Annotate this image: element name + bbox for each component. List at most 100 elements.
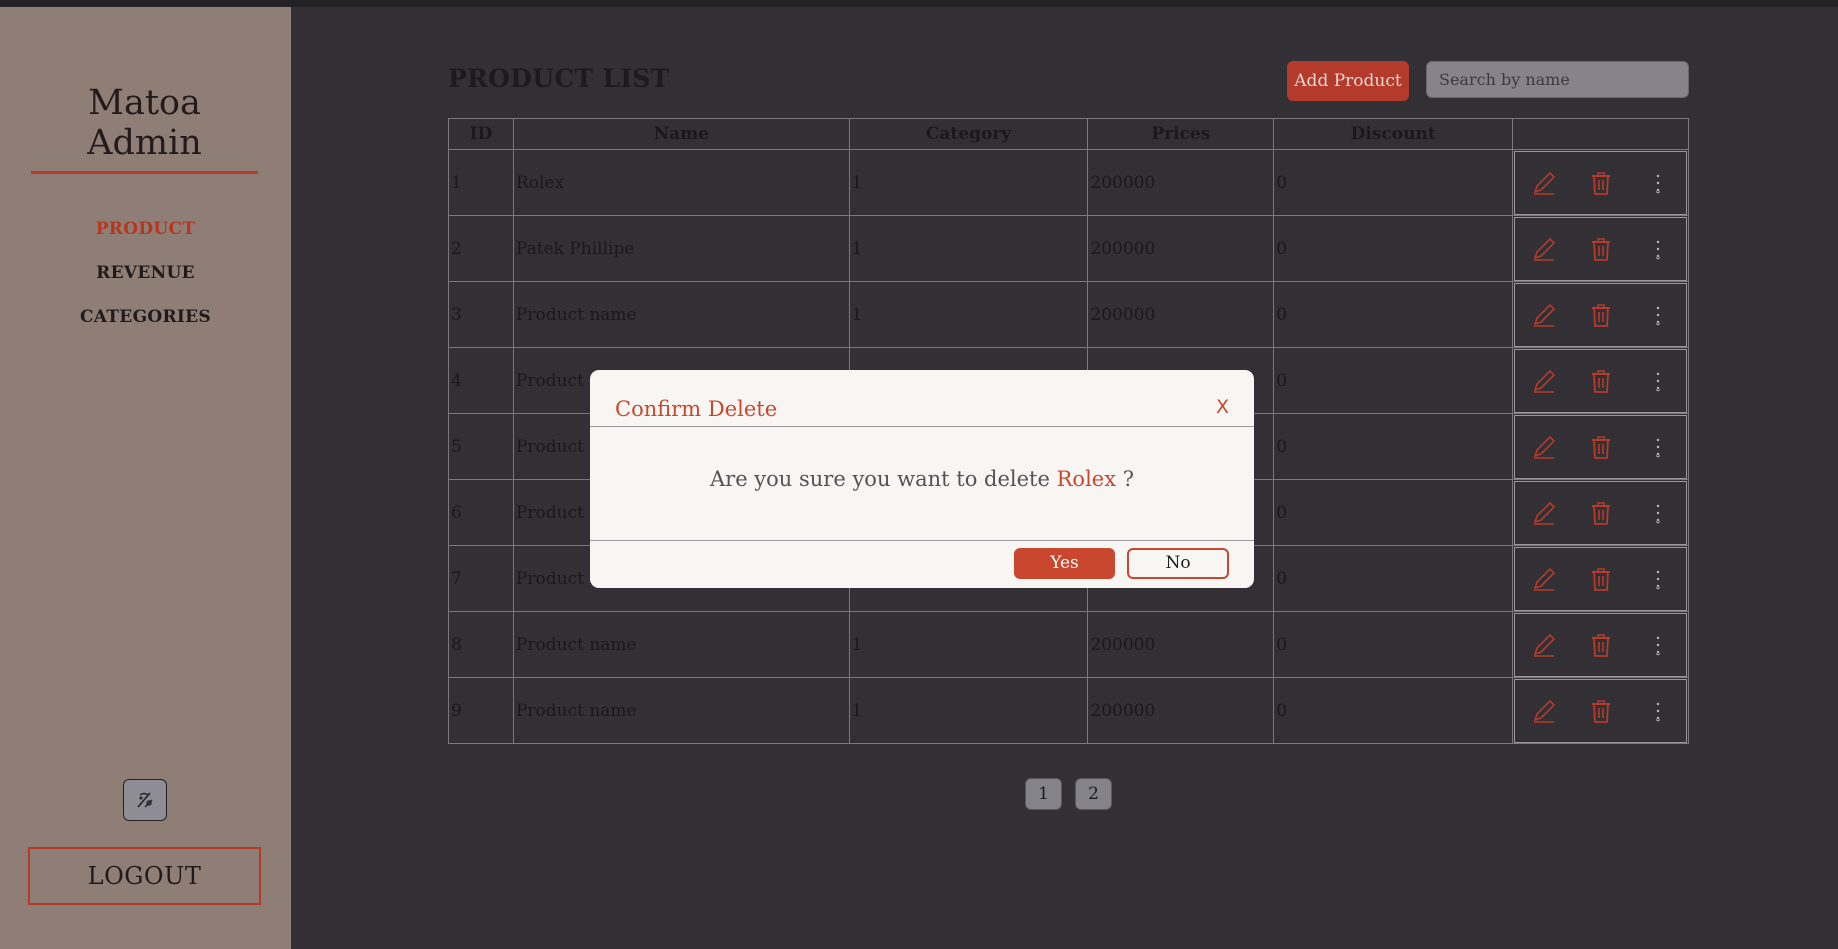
- cell-id: 1: [448, 149, 514, 216]
- row-actions-group: [1514, 612, 1687, 677]
- pagination: 1 2: [1025, 778, 1112, 810]
- table-row[interactable]: 9 Product name 1 200000 0: [448, 677, 1689, 744]
- cell-discount: 0: [1273, 677, 1514, 744]
- cell-name: Rolex: [512, 149, 850, 216]
- edit-icon[interactable]: [1530, 235, 1558, 263]
- edit-icon[interactable]: [1530, 367, 1558, 395]
- more-vertical-icon[interactable]: [1644, 235, 1672, 263]
- edit-icon[interactable]: [1530, 433, 1558, 461]
- col-prices[interactable]: Prices: [1087, 118, 1275, 150]
- row-actions-group: [1514, 414, 1687, 479]
- cell-discount: 0: [1273, 413, 1514, 480]
- sidebar-item-revenue[interactable]: REVENUE: [0, 251, 291, 295]
- trash-icon[interactable]: [1587, 433, 1615, 461]
- yes-button[interactable]: Yes: [1014, 548, 1115, 579]
- col-id[interactable]: ID: [448, 118, 514, 150]
- cell-discount: 0: [1273, 545, 1514, 612]
- row-actions-group: [1514, 150, 1687, 215]
- more-vertical-icon[interactable]: [1644, 169, 1672, 197]
- cell-id: 3: [448, 281, 514, 348]
- edit-icon[interactable]: [1530, 301, 1558, 329]
- cell-discount: 0: [1273, 281, 1514, 348]
- cell-name: Patek Phillipe: [512, 215, 850, 282]
- more-vertical-icon[interactable]: [1644, 631, 1672, 659]
- row-actions-group: [1514, 348, 1687, 413]
- row-actions: [1512, 215, 1689, 282]
- more-vertical-icon[interactable]: [1644, 499, 1672, 527]
- col-actions: [1512, 118, 1689, 150]
- trash-icon[interactable]: [1587, 235, 1615, 263]
- more-vertical-icon[interactable]: [1644, 367, 1672, 395]
- trash-icon[interactable]: [1587, 631, 1615, 659]
- trash-icon[interactable]: [1587, 565, 1615, 593]
- row-actions: [1512, 347, 1689, 414]
- edit-icon[interactable]: [1530, 169, 1558, 197]
- row-actions: [1512, 413, 1689, 480]
- cell-category: 1: [848, 677, 1089, 744]
- cell-price: 200000: [1087, 281, 1275, 348]
- row-actions-group: [1514, 216, 1687, 281]
- cell-discount: 0: [1273, 347, 1514, 414]
- dialog-message-prefix: Are you sure you want to delete: [709, 467, 1050, 491]
- cell-price: 200000: [1087, 215, 1275, 282]
- theme-toggle-button[interactable]: [123, 779, 167, 821]
- table-row[interactable]: 8 Product name 1 200000 0: [448, 611, 1689, 678]
- col-name[interactable]: Name: [512, 118, 850, 150]
- page-button-2[interactable]: 2: [1075, 778, 1112, 810]
- cell-price: 200000: [1087, 149, 1275, 216]
- no-button[interactable]: No: [1127, 548, 1229, 579]
- row-actions: [1512, 545, 1689, 612]
- page-button-1[interactable]: 1: [1025, 778, 1062, 810]
- sidebar-nav: PRODUCT REVENUE CATEGORIES: [0, 207, 291, 339]
- close-icon[interactable]: X: [1216, 396, 1229, 418]
- cell-id: 5: [448, 413, 514, 480]
- more-vertical-icon[interactable]: [1644, 433, 1672, 461]
- logout-button[interactable]: LOGOUT: [28, 847, 261, 905]
- cell-price: 200000: [1087, 677, 1275, 744]
- more-vertical-icon[interactable]: [1644, 565, 1672, 593]
- table-row[interactable]: 3 Product name 1 200000 0: [448, 281, 1689, 348]
- table-header: ID Name Category Prices Discount: [448, 118, 1689, 150]
- dialog-target-name: Rolex: [1056, 467, 1117, 491]
- cell-id: 9: [448, 677, 514, 744]
- palette-icon: [137, 792, 153, 808]
- sidebar-item-product[interactable]: PRODUCT: [0, 207, 291, 251]
- cell-id: 7: [448, 545, 514, 612]
- trash-icon[interactable]: [1587, 169, 1615, 197]
- divider: [590, 426, 1254, 427]
- dialog-message: Are you sure you want to delete Rolex ?: [590, 467, 1254, 491]
- col-category[interactable]: Category: [848, 118, 1089, 150]
- row-actions-group: [1514, 546, 1687, 611]
- edit-icon[interactable]: [1530, 697, 1558, 725]
- edit-icon[interactable]: [1530, 565, 1558, 593]
- row-actions-group: [1514, 678, 1687, 743]
- trash-icon[interactable]: [1587, 367, 1615, 395]
- dialog-title: Confirm Delete: [615, 397, 778, 421]
- trash-icon[interactable]: [1587, 301, 1615, 329]
- cell-discount: 0: [1273, 149, 1514, 216]
- cell-discount: 0: [1273, 215, 1514, 282]
- edit-icon[interactable]: [1530, 499, 1558, 527]
- edit-icon[interactable]: [1530, 631, 1558, 659]
- row-actions: [1512, 281, 1689, 348]
- table-row[interactable]: 1 Rolex 1 200000 0: [448, 149, 1689, 216]
- cell-category: 1: [848, 149, 1089, 216]
- page-title: PRODUCT LIST: [448, 64, 670, 93]
- cell-id: 2: [448, 215, 514, 282]
- cell-price: 200000: [1087, 611, 1275, 678]
- more-vertical-icon[interactable]: [1644, 697, 1672, 725]
- more-vertical-icon[interactable]: [1644, 301, 1672, 329]
- col-discount[interactable]: Discount: [1273, 118, 1514, 150]
- cell-discount: 0: [1273, 479, 1514, 546]
- sidebar-item-categories[interactable]: CATEGORIES: [0, 295, 291, 339]
- row-actions: [1512, 611, 1689, 678]
- cell-id: 4: [448, 347, 514, 414]
- trash-icon[interactable]: [1587, 499, 1615, 527]
- table-row[interactable]: 2 Patek Phillipe 1 200000 0: [448, 215, 1689, 282]
- trash-icon[interactable]: [1587, 697, 1615, 725]
- add-product-button[interactable]: Add Product: [1287, 61, 1409, 101]
- row-actions-group: [1514, 282, 1687, 347]
- dialog-message-suffix: ?: [1122, 467, 1135, 491]
- cell-id: 6: [448, 479, 514, 546]
- search-input[interactable]: [1426, 61, 1689, 98]
